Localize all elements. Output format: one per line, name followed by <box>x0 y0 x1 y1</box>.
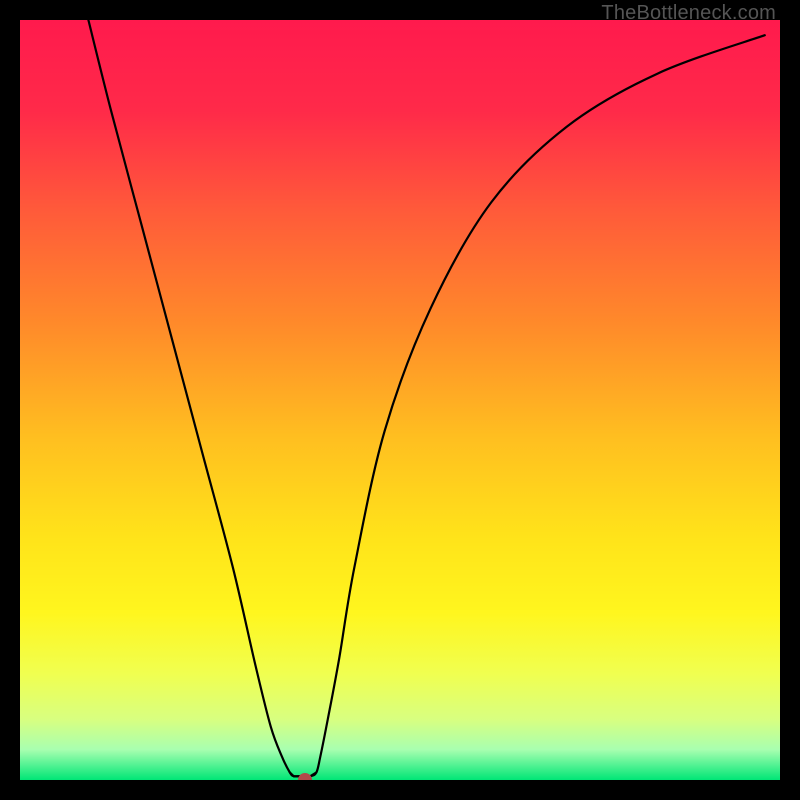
plot-area <box>20 20 780 780</box>
bottleneck-curve <box>20 20 780 780</box>
minimum-marker <box>298 773 312 780</box>
chart-frame: TheBottleneck.com <box>0 0 800 800</box>
